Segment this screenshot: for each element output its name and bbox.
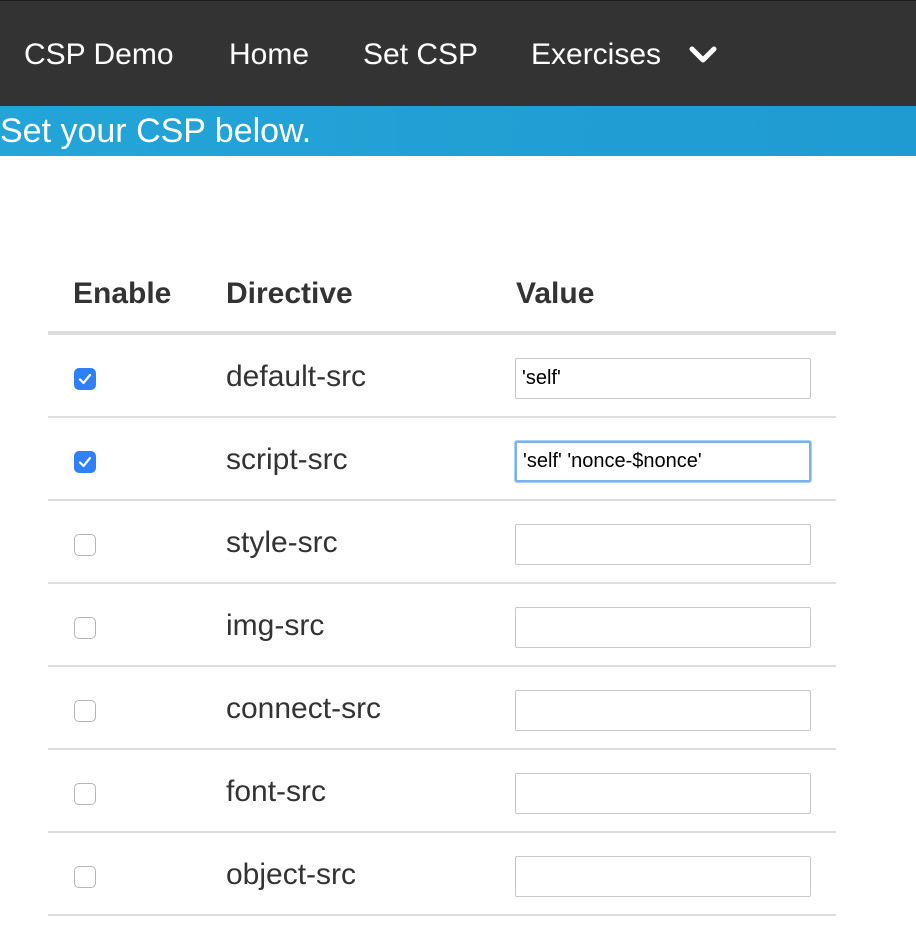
directive-value-input[interactable] — [515, 773, 811, 814]
directive-name: connect-src — [226, 692, 382, 725]
table-row: style-src — [48, 501, 836, 584]
enable-checkbox[interactable] — [74, 700, 96, 722]
directive-name: object-src — [226, 858, 357, 891]
directive-value-input[interactable] — [515, 607, 811, 648]
enable-checkbox[interactable] — [74, 617, 96, 639]
table-row: default-src — [48, 335, 836, 418]
nav-home-link[interactable]: Home — [229, 35, 309, 75]
directive-name: style-src — [226, 526, 338, 559]
nav-exercises-dropdown[interactable]: Exercises — [531, 35, 661, 75]
table-row: connect-src — [48, 667, 836, 750]
directive-value-input[interactable] — [515, 856, 811, 897]
directive-value-input[interactable] — [515, 358, 811, 399]
column-header-directive: Directive — [226, 277, 353, 310]
table-row: font-src — [48, 750, 836, 833]
enable-checkbox[interactable] — [74, 451, 96, 473]
directive-value-input[interactable] — [515, 441, 811, 482]
nav-set-csp-link[interactable]: Set CSP — [363, 35, 478, 75]
table-row: img-src — [48, 584, 836, 667]
checkmark-icon — [78, 456, 92, 468]
enable-checkbox[interactable] — [74, 534, 96, 556]
chevron-down-icon[interactable] — [688, 43, 718, 67]
banner-text: Set your CSP below. — [0, 112, 312, 150]
enable-checkbox[interactable] — [74, 783, 96, 805]
table-row: object-src — [48, 833, 836, 916]
directive-name: default-src — [226, 360, 367, 393]
navbar: CSP Demo Home Set CSP Exercises — [0, 0, 916, 106]
enable-checkbox[interactable] — [74, 368, 96, 390]
directive-name: script-src — [226, 443, 348, 476]
nav-brand-link[interactable]: CSP Demo — [24, 35, 174, 75]
table-row: script-src — [48, 418, 836, 501]
directive-name: img-src — [226, 609, 325, 642]
enable-checkbox[interactable] — [74, 866, 96, 888]
column-header-enable: Enable — [73, 277, 172, 310]
column-header-value: Value — [516, 277, 595, 310]
directive-value-input[interactable] — [515, 690, 811, 731]
directive-name: font-src — [226, 775, 327, 808]
page-banner: Set your CSP below. — [0, 106, 916, 156]
directive-value-input[interactable] — [515, 524, 811, 565]
checkmark-icon — [78, 373, 92, 385]
